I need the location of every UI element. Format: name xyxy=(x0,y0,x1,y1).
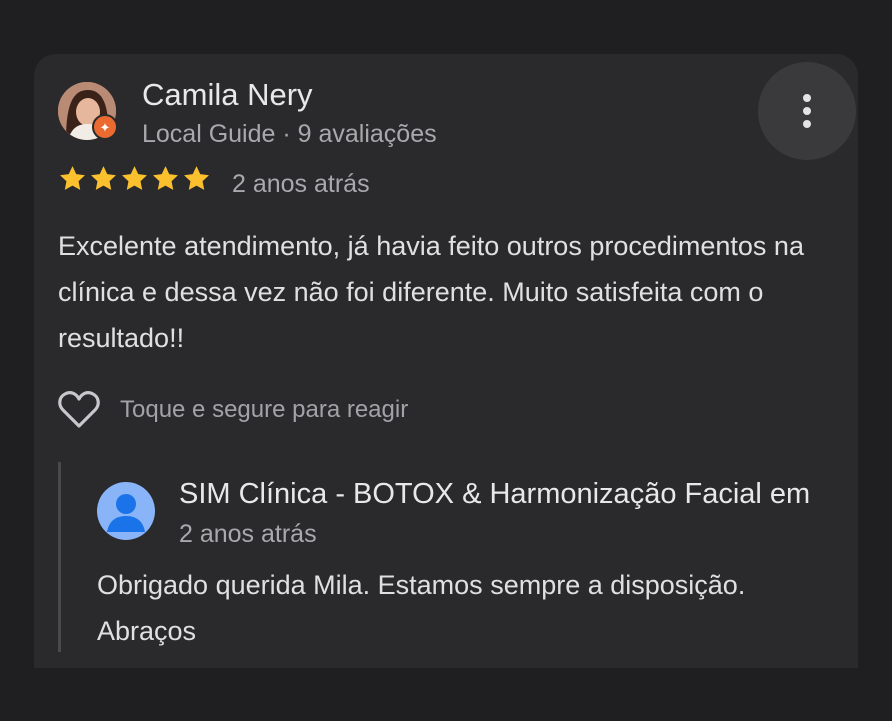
local-guide-badge-icon: ✦ xyxy=(92,114,118,140)
star-rating xyxy=(58,164,211,193)
more-options-button[interactable] xyxy=(758,62,856,160)
react-area[interactable]: Toque e segure para reagir xyxy=(58,390,408,430)
review-card: ✦ Camila Nery Local Guide · 9 avaliações… xyxy=(34,54,858,668)
reviewer-avatar[interactable]: ✦ xyxy=(58,82,118,140)
person-icon xyxy=(107,494,145,532)
star-icon xyxy=(153,166,178,190)
heart-icon[interactable] xyxy=(58,390,100,430)
more-vertical-icon-dot xyxy=(803,120,811,128)
owner-name[interactable]: SIM Clínica - BOTOX & Harmonização Facia… xyxy=(179,476,810,512)
owner-reply-text: Obrigado querida Mila. Estamos sempre a … xyxy=(97,570,746,646)
react-hint: Toque e segure para reagir xyxy=(120,396,409,423)
star-icon xyxy=(122,166,147,190)
more-vertical-icon-dot xyxy=(803,94,811,102)
owner-avatar[interactable] xyxy=(97,482,155,540)
owner-reply: SIM Clínica - BOTOX & Harmonização Facia… xyxy=(58,462,858,652)
reviewer-name[interactable]: Camila Nery xyxy=(142,76,313,114)
star-icon xyxy=(60,166,85,190)
review-date: 2 anos atrás xyxy=(232,170,370,198)
more-vertical-icon-dot xyxy=(803,107,811,115)
owner-reply-date: 2 anos atrás xyxy=(179,520,317,548)
review-text: Excelente atendimento, já havia feito ou… xyxy=(58,231,804,353)
star-icon xyxy=(184,166,209,190)
reviewer-meta: Local Guide · 9 avaliações xyxy=(142,120,437,148)
star-icon xyxy=(91,166,116,190)
